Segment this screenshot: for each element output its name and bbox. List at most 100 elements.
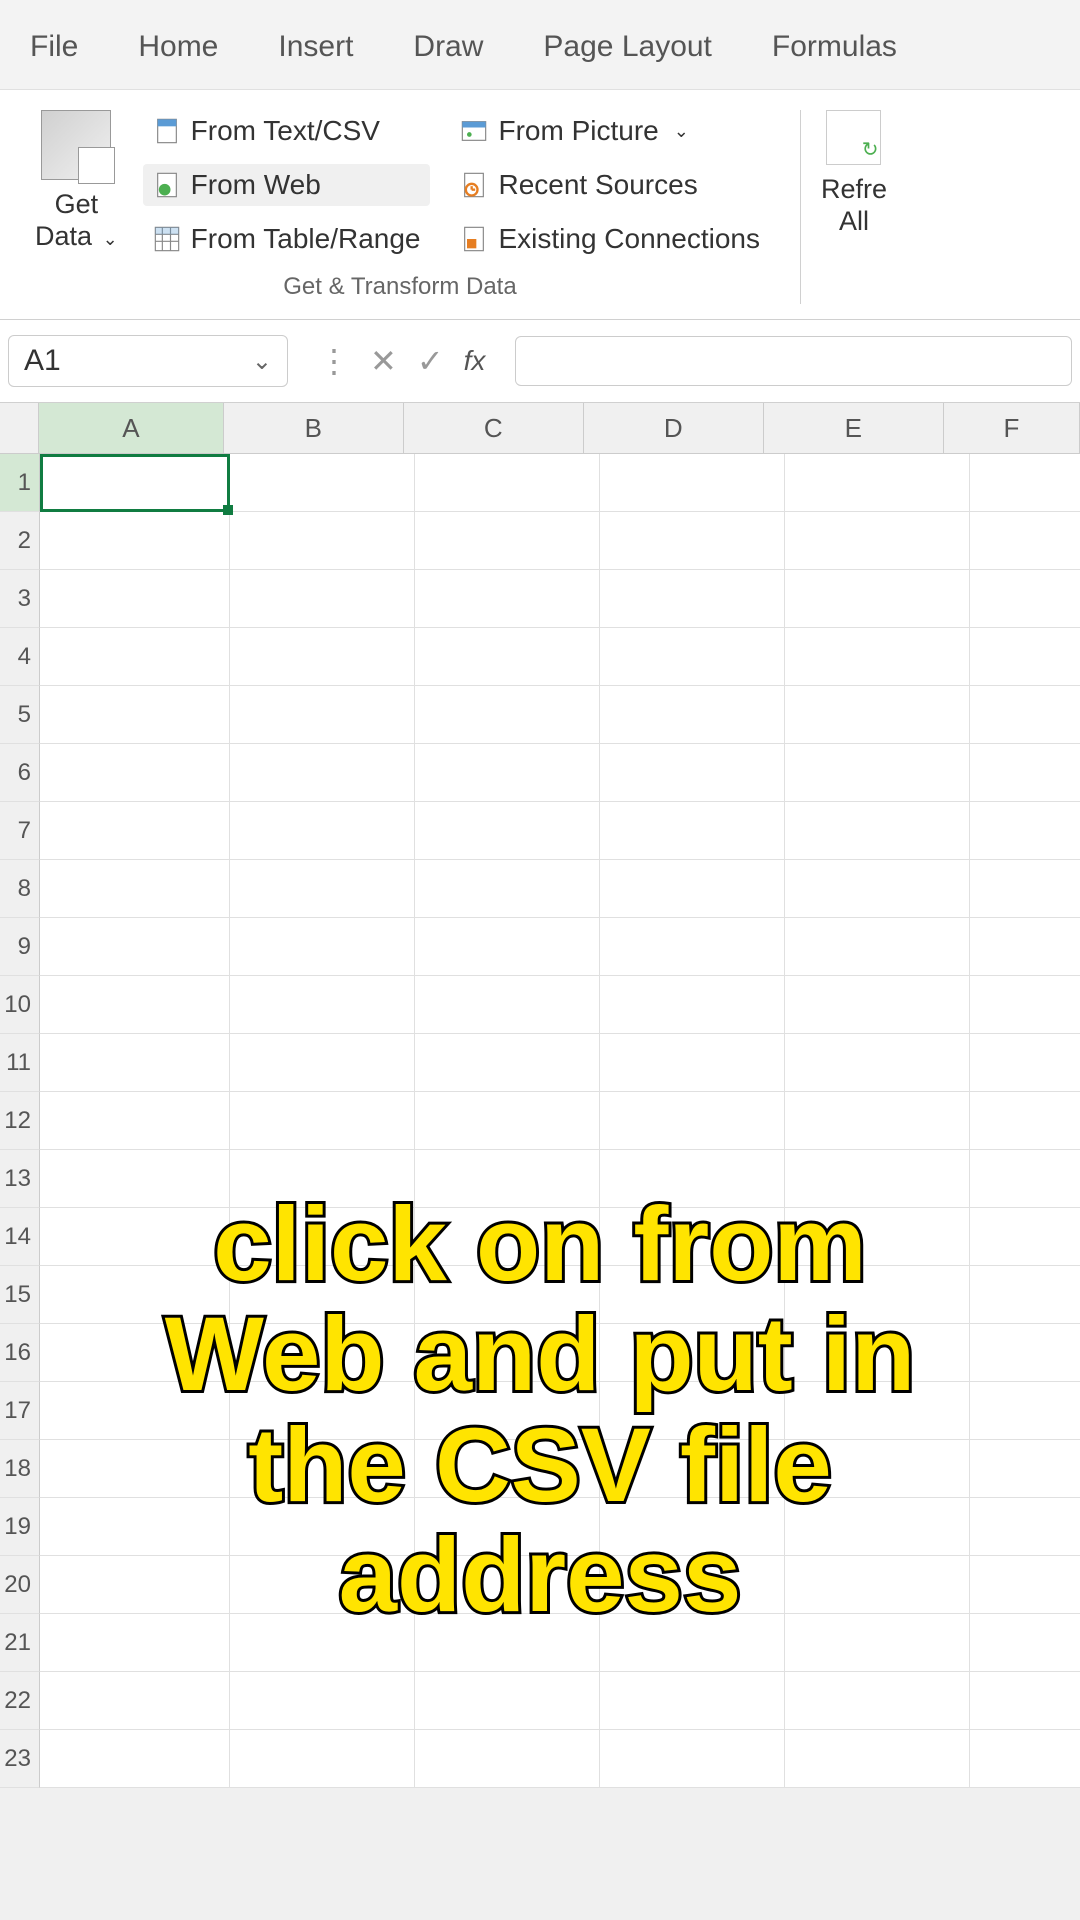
cell[interactable] [40,802,230,860]
cell[interactable] [230,1324,415,1382]
cell[interactable] [40,570,230,628]
cell[interactable] [415,1498,600,1556]
cell[interactable] [600,512,785,570]
cell[interactable] [40,1614,230,1672]
row-header[interactable]: 3 [0,570,40,628]
cell[interactable] [415,1150,600,1208]
row-header[interactable]: 16 [0,1324,40,1382]
cell[interactable] [600,1266,785,1324]
tab-draw[interactable]: Draw [383,15,513,79]
cell[interactable] [40,744,230,802]
from-text-csv-button[interactable]: From Text/CSV [143,110,431,152]
cell[interactable] [785,744,970,802]
cell[interactable] [600,1034,785,1092]
existing-connections-button[interactable]: Existing Connections [450,218,769,260]
cell[interactable] [415,512,600,570]
cell[interactable] [785,1382,970,1440]
cell[interactable] [785,918,970,976]
cell[interactable] [970,860,1080,918]
cell[interactable] [230,454,415,512]
cell[interactable] [40,1208,230,1266]
cell[interactable] [415,744,600,802]
cell[interactable] [785,1672,970,1730]
from-table-range-button[interactable]: From Table/Range [143,218,431,260]
row-header[interactable]: 9 [0,918,40,976]
cell[interactable] [415,1382,600,1440]
cell[interactable] [970,1208,1080,1266]
row-header[interactable]: 21 [0,1614,40,1672]
cell[interactable] [970,1324,1080,1382]
cell[interactable] [785,802,970,860]
row-header[interactable]: 14 [0,1208,40,1266]
cell[interactable] [970,802,1080,860]
more-options-icon[interactable]: ⋮ [318,342,350,380]
cell[interactable] [970,1150,1080,1208]
row-header[interactable]: 13 [0,1150,40,1208]
row-header[interactable]: 7 [0,802,40,860]
row-header[interactable]: 15 [0,1266,40,1324]
cell[interactable] [600,1150,785,1208]
column-header[interactable]: B [224,403,404,453]
cell[interactable] [970,1498,1080,1556]
cell[interactable] [415,918,600,976]
cell[interactable] [415,1208,600,1266]
row-header[interactable]: 20 [0,1556,40,1614]
refresh-all-button[interactable]: Refre All [811,105,897,309]
cell[interactable] [785,1208,970,1266]
row-header[interactable]: 17 [0,1382,40,1440]
row-header[interactable]: 18 [0,1440,40,1498]
cell[interactable] [970,1730,1080,1788]
cell[interactable] [970,1092,1080,1150]
cell[interactable] [785,1556,970,1614]
cell[interactable] [600,454,785,512]
cancel-icon[interactable]: ✕ [370,342,397,380]
cell[interactable] [970,976,1080,1034]
confirm-icon[interactable]: ✓ [417,342,444,380]
select-all-corner[interactable] [0,403,39,453]
cell[interactable] [415,1324,600,1382]
cell[interactable] [40,628,230,686]
cell[interactable] [415,454,600,512]
cell[interactable] [415,802,600,860]
cell[interactable] [40,1150,230,1208]
cell[interactable] [970,570,1080,628]
cell[interactable] [230,1614,415,1672]
cell[interactable] [600,686,785,744]
cell[interactable] [970,512,1080,570]
cell[interactable] [230,570,415,628]
cell[interactable] [600,1730,785,1788]
cell[interactable] [230,860,415,918]
cell[interactable] [415,860,600,918]
cell[interactable] [600,1440,785,1498]
cell[interactable] [785,1150,970,1208]
cell[interactable] [40,512,230,570]
cell[interactable] [600,918,785,976]
cell[interactable] [230,686,415,744]
cell[interactable] [785,1266,970,1324]
row-header[interactable]: 5 [0,686,40,744]
cell[interactable] [970,454,1080,512]
cell[interactable] [40,1324,230,1382]
recent-sources-button[interactable]: Recent Sources [450,164,769,206]
cell[interactable] [40,686,230,744]
column-header[interactable]: F [944,403,1080,453]
cell[interactable] [415,1266,600,1324]
cell[interactable] [785,454,970,512]
cell[interactable] [785,1498,970,1556]
cell[interactable] [600,802,785,860]
cell[interactable] [785,512,970,570]
cell[interactable] [415,570,600,628]
row-header[interactable]: 19 [0,1498,40,1556]
tab-insert[interactable]: Insert [248,15,383,79]
cell[interactable] [785,1730,970,1788]
cell[interactable] [600,1382,785,1440]
cell[interactable] [415,628,600,686]
cell[interactable] [785,628,970,686]
cell[interactable] [230,744,415,802]
cell[interactable] [970,628,1080,686]
cell[interactable] [785,1324,970,1382]
cell[interactable] [415,686,600,744]
cell[interactable] [230,512,415,570]
cell[interactable] [230,918,415,976]
cell[interactable] [970,1672,1080,1730]
